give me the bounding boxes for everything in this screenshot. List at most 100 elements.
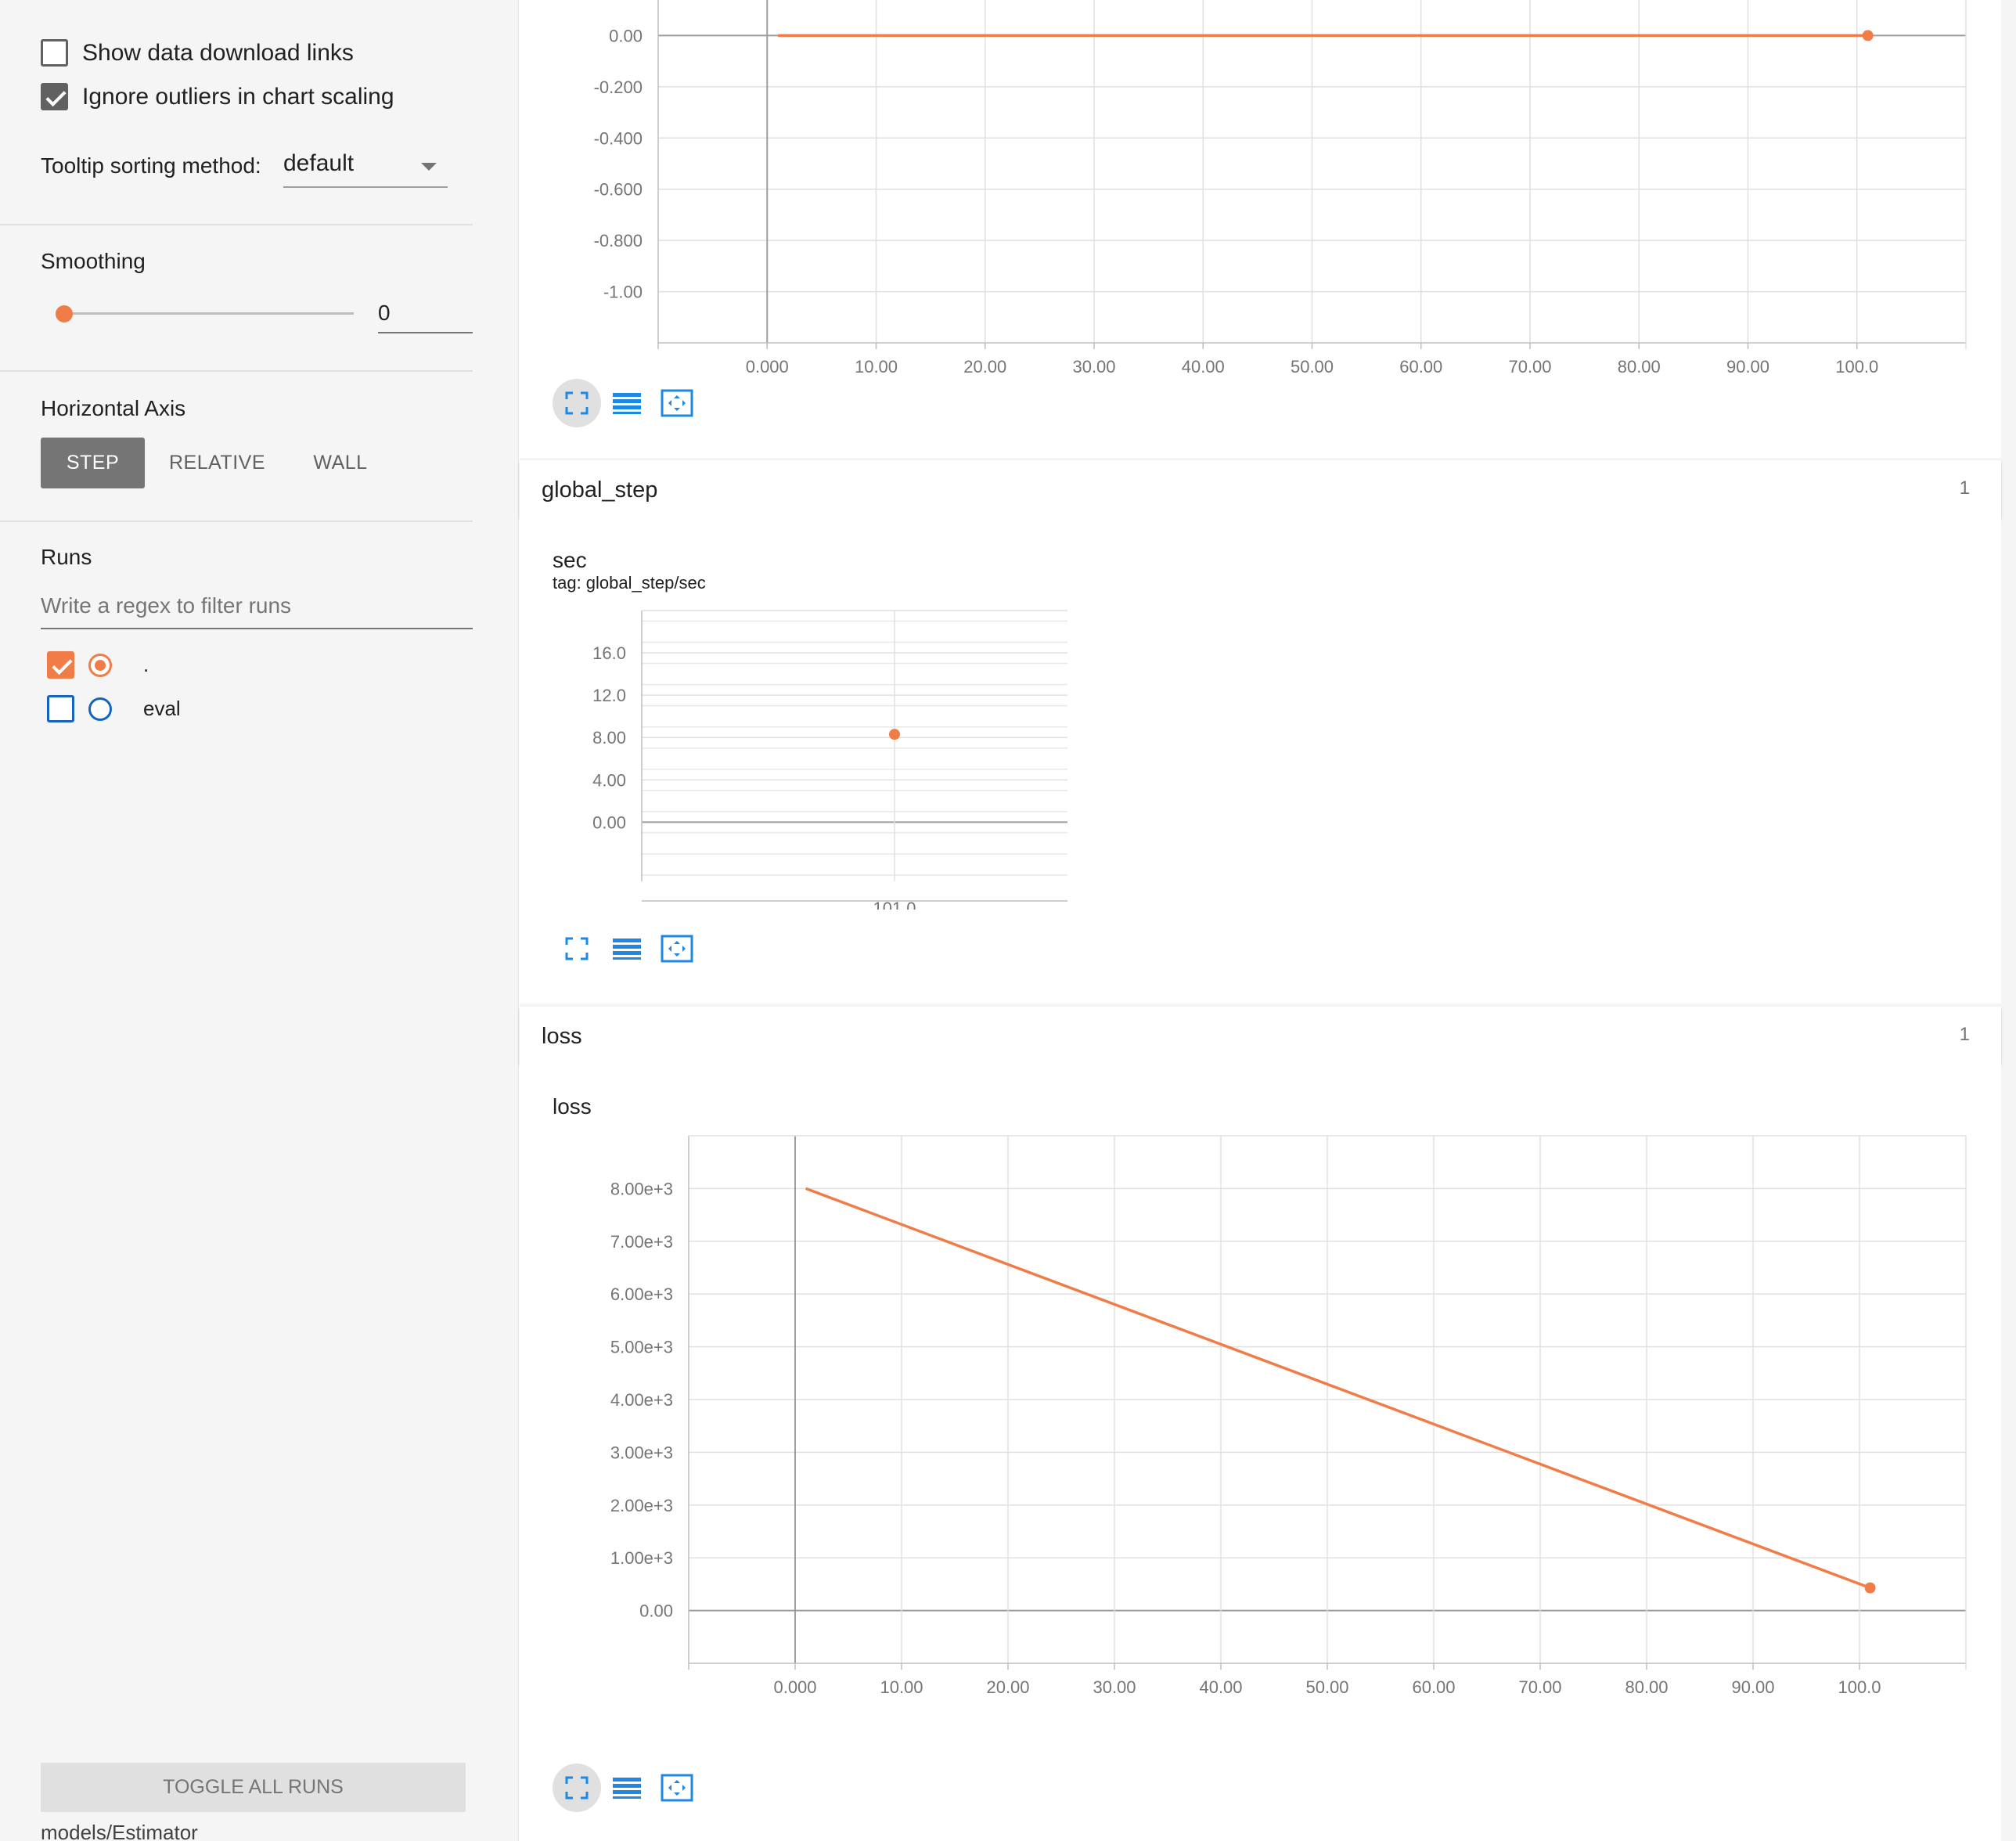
- log-scale-icon: [613, 939, 641, 960]
- y-tick-label: 8.00: [592, 728, 626, 748]
- smoothing-slider-knob[interactable]: [56, 305, 73, 322]
- y-tick-label: 0.00: [639, 1601, 673, 1621]
- log-scale-button[interactable]: [603, 924, 651, 973]
- smoothing-input[interactable]: 0: [378, 299, 473, 333]
- x-tick-label: 30.00: [1072, 357, 1115, 376]
- log-scale-button[interactable]: [603, 379, 651, 427]
- divider: [0, 370, 473, 372]
- x-tick-label: 101.0: [873, 899, 916, 910]
- main-panel: 0.00 -0.200 -0.400 -0.600 -0.800 -1.00 0.000 10…: [520, 0, 2016, 1841]
- chart-title: loss: [553, 1094, 592, 1119]
- tooltip-sorting-select[interactable]: default: [283, 147, 448, 188]
- y-tick-label: -0.800: [594, 231, 643, 250]
- y-tick-label: -0.400: [594, 128, 643, 148]
- run-item[interactable]: eval: [47, 695, 181, 722]
- x-tick-label: 60.00: [1412, 1677, 1455, 1697]
- x-tick-label: 30.00: [1093, 1677, 1136, 1697]
- tooltip-sorting-value: default: [283, 150, 355, 176]
- y-tick-label: -0.600: [594, 180, 643, 200]
- horizontal-axis-title: Horizontal Axis: [41, 396, 186, 420]
- x-tick-label: 70.00: [1518, 1677, 1561, 1697]
- axis-wall-button[interactable]: WALL: [301, 438, 380, 488]
- chart-tag: tag: global_step/sec: [553, 573, 706, 593]
- x-tick-label: 10.00: [855, 357, 898, 376]
- y-tick-label: 4.00: [592, 770, 626, 790]
- checkbox-checked-icon[interactable]: [41, 83, 68, 110]
- sidebar: Show data download links Ignore outliers…: [0, 0, 519, 1841]
- toggle-all-runs-button[interactable]: TOGGLE ALL RUNS: [41, 1763, 466, 1812]
- y-tick-label: 0.00: [592, 812, 626, 832]
- x-tick-label: 20.00: [963, 357, 1006, 376]
- ignore-outliers-checkbox[interactable]: Ignore outliers in chart scaling: [41, 83, 394, 110]
- fullscreen-button[interactable]: [553, 924, 601, 973]
- y-tick-label: 2.00e+3: [610, 1496, 673, 1515]
- smoothing-slider-track[interactable]: [64, 312, 354, 315]
- card-header-global-step[interactable]: global_step 1: [520, 460, 2001, 518]
- x-tick-label: 90.00: [1731, 1677, 1774, 1697]
- log-scale-icon: [613, 1778, 641, 1799]
- x-tick-label: 50.00: [1291, 357, 1334, 376]
- y-tick-label: -1.00: [603, 283, 643, 302]
- checkbox-unchecked-icon[interactable]: [41, 39, 68, 67]
- chart-top: 0.00 -0.200 -0.400 -0.600 -0.800 -1.00 0.000 10…: [594, 0, 1967, 376]
- x-tick-label: 70.00: [1508, 357, 1551, 376]
- run-checkbox-checked-icon[interactable]: [47, 651, 74, 679]
- y-tick-label: 1.00e+3: [610, 1548, 673, 1568]
- y-tick-label: 16.0: [592, 643, 626, 663]
- x-tick-label: 20.00: [986, 1677, 1029, 1697]
- data-point: [1862, 30, 1874, 41]
- x-tick-label: 10.00: [880, 1677, 923, 1697]
- y-tick-label: 7.00e+3: [610, 1232, 673, 1252]
- fullscreen-button[interactable]: [553, 1764, 601, 1812]
- data-point: [889, 729, 900, 740]
- run-radio-selected-icon[interactable]: [88, 653, 112, 677]
- card-title: global_step: [542, 477, 658, 503]
- card-title: loss: [542, 1024, 582, 1049]
- y-tick-label: -0.200: [594, 77, 643, 97]
- fullscreen-button[interactable]: [553, 379, 601, 427]
- x-tick-label: 100.0: [1838, 1677, 1881, 1697]
- x-tick-label: 0.000: [773, 1677, 816, 1697]
- tooltip-sorting-label: Tooltip sorting method:: [41, 153, 261, 178]
- fit-domain-button[interactable]: [653, 924, 701, 973]
- x-tick-label: 60.00: [1399, 357, 1442, 376]
- x-tick-label: 50.00: [1305, 1677, 1348, 1697]
- run-name: .: [143, 653, 149, 676]
- runs-filter-input[interactable]: Write a regex to filter runs: [41, 589, 473, 629]
- fit-domain-icon: [661, 389, 693, 417]
- run-item[interactable]: .: [47, 651, 149, 679]
- y-tick-label: 3.00e+3: [610, 1443, 673, 1462]
- x-tick-label: 40.00: [1199, 1677, 1242, 1697]
- ignore-outliers-label: Ignore outliers in chart scaling: [82, 83, 394, 110]
- axis-step-button[interactable]: STEP: [41, 438, 145, 488]
- fullscreen-icon: [565, 391, 589, 415]
- x-tick-label: 80.00: [1625, 1677, 1668, 1697]
- log-scale-icon: [613, 393, 641, 414]
- chart-loss: 8.00e+3 7.00e+3 6.00e+3 5.00e+3 4.00e+3 3.00e…: [610, 1135, 1967, 1697]
- fit-domain-button[interactable]: [653, 1764, 701, 1812]
- y-tick-label: 5.00e+3: [610, 1338, 673, 1357]
- logdir-label: models/Estimator: [41, 1821, 198, 1841]
- y-tick-label: 6.00e+3: [610, 1284, 673, 1304]
- run-radio-icon[interactable]: [88, 697, 112, 721]
- divider: [0, 224, 473, 225]
- data-point: [1864, 1582, 1876, 1594]
- chart-card: 0.00 -0.200 -0.400 -0.600 -0.800 -1.00 0.000 10…: [520, 0, 2001, 458]
- y-tick-label: 4.00e+3: [610, 1390, 673, 1410]
- show-download-links-checkbox[interactable]: Show data download links: [41, 39, 354, 67]
- x-tick-label: 90.00: [1726, 357, 1769, 376]
- run-checkbox-unchecked-icon[interactable]: [47, 695, 74, 722]
- card-header-loss[interactable]: loss 1: [520, 1007, 2001, 1065]
- x-tick-label: 40.00: [1182, 357, 1225, 376]
- chart-card-loss: loss 8.00e+3 7.00e+3 6.00e+3 5.00e+3 4.00e+3…: [520, 1065, 2001, 1841]
- series-line: [805, 1187, 1871, 1590]
- chart-title: sec: [553, 548, 587, 572]
- log-scale-button[interactable]: [603, 1764, 651, 1812]
- x-tick-label: 0.000: [746, 357, 789, 376]
- divider: [0, 521, 473, 522]
- smoothing-title: Smoothing: [41, 249, 146, 273]
- fullscreen-icon: [565, 937, 589, 960]
- x-tick-label: 80.00: [1618, 357, 1661, 376]
- axis-relative-button[interactable]: RELATIVE: [164, 438, 270, 488]
- fit-domain-button[interactable]: [653, 379, 701, 427]
